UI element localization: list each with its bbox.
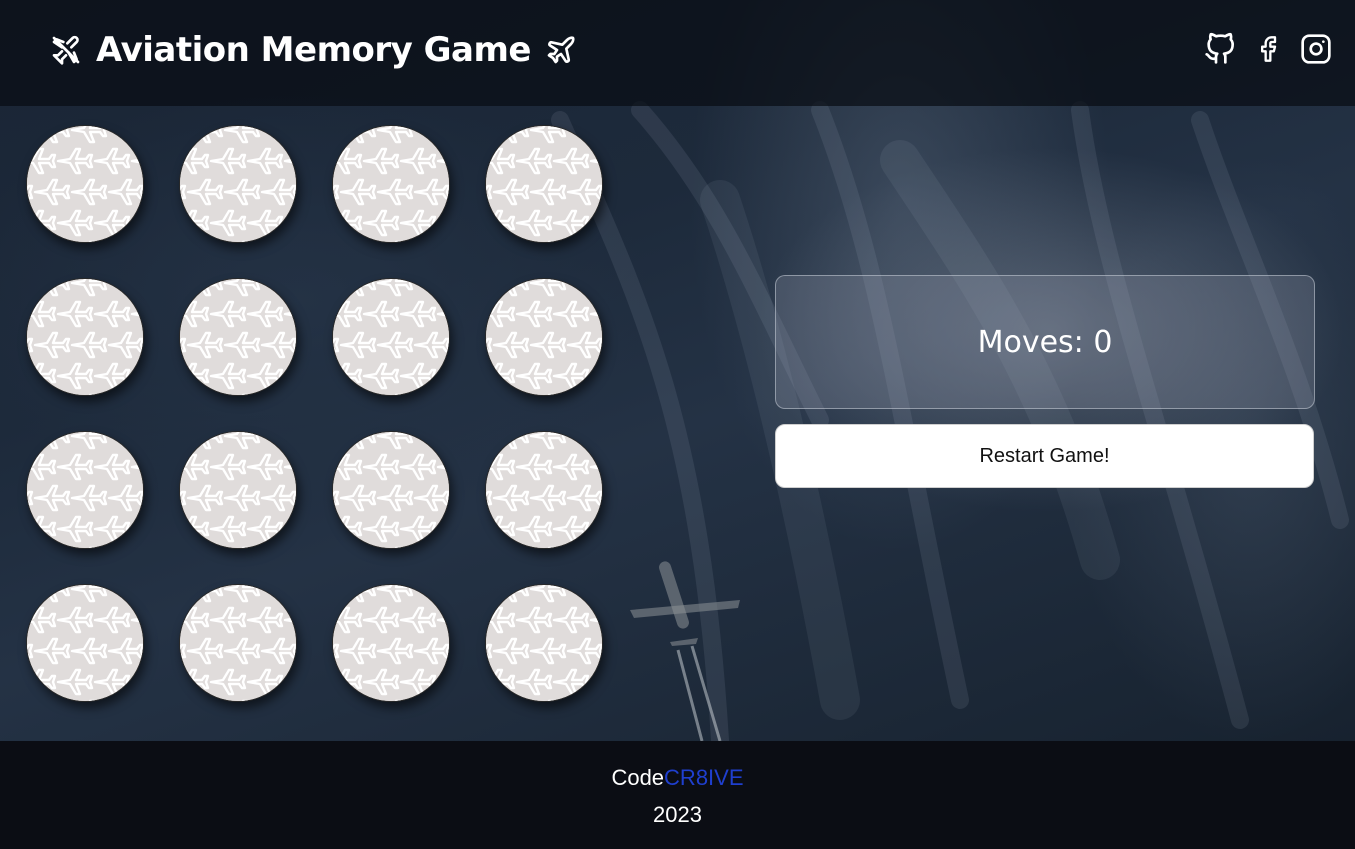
plane-pattern-icon bbox=[333, 432, 449, 548]
footer: CodeCR8IVE 2023 bbox=[0, 741, 1355, 849]
memory-card[interactable] bbox=[179, 431, 297, 549]
plane-pattern-icon bbox=[27, 126, 143, 242]
memory-card[interactable] bbox=[179, 278, 297, 396]
footer-year: 2023 bbox=[653, 802, 702, 827]
memory-card[interactable] bbox=[179, 125, 297, 243]
plane-icon bbox=[545, 34, 577, 66]
memory-card[interactable] bbox=[485, 125, 603, 243]
memory-card[interactable] bbox=[26, 278, 144, 396]
memory-card[interactable] bbox=[26, 431, 144, 549]
plane-pattern-icon bbox=[333, 585, 449, 701]
restart-button[interactable]: Restart Game! bbox=[775, 424, 1314, 488]
title-group: Aviation Memory Game bbox=[50, 26, 577, 74]
page-title: Aviation Memory Game bbox=[96, 30, 531, 70]
card-board bbox=[26, 125, 606, 702]
plane-pattern-icon bbox=[180, 432, 296, 548]
plane-pattern-icon bbox=[486, 585, 602, 701]
memory-card[interactable] bbox=[26, 125, 144, 243]
instagram-icon[interactable] bbox=[1299, 30, 1333, 68]
scoreboard-panel: Moves: 0 bbox=[775, 275, 1315, 409]
moves-counter: Moves: 0 bbox=[977, 324, 1113, 360]
plane-pattern-icon bbox=[486, 279, 602, 395]
memory-card[interactable] bbox=[485, 431, 603, 549]
plane-slash-icon bbox=[50, 34, 82, 66]
plane-pattern-icon bbox=[333, 279, 449, 395]
plane-pattern-icon bbox=[180, 126, 296, 242]
plane-pattern-icon bbox=[180, 279, 296, 395]
memory-card[interactable] bbox=[332, 431, 450, 549]
memory-card[interactable] bbox=[485, 584, 603, 702]
plane-pattern-icon bbox=[27, 279, 143, 395]
memory-card[interactable] bbox=[332, 125, 450, 243]
memory-card[interactable] bbox=[485, 278, 603, 396]
plane-pattern-icon bbox=[180, 585, 296, 701]
facebook-icon[interactable] bbox=[1251, 30, 1285, 68]
memory-card[interactable] bbox=[332, 584, 450, 702]
github-icon[interactable] bbox=[1203, 30, 1237, 68]
brand-prefix: Code bbox=[611, 765, 665, 790]
background-airplane bbox=[630, 561, 740, 741]
plane-pattern-icon bbox=[486, 432, 602, 548]
plane-pattern-icon bbox=[333, 126, 449, 242]
footer-brand: CodeCR8IVE bbox=[0, 765, 1355, 791]
memory-card[interactable] bbox=[332, 278, 450, 396]
top-bar: Aviation Memory Game bbox=[0, 0, 1355, 106]
memory-card[interactable] bbox=[26, 584, 144, 702]
memory-card[interactable] bbox=[179, 584, 297, 702]
plane-pattern-icon bbox=[27, 432, 143, 548]
plane-pattern-icon bbox=[486, 126, 602, 242]
plane-pattern-icon bbox=[27, 585, 143, 701]
brand-accent: CR8IVE bbox=[664, 765, 744, 790]
social-links bbox=[1203, 30, 1333, 68]
